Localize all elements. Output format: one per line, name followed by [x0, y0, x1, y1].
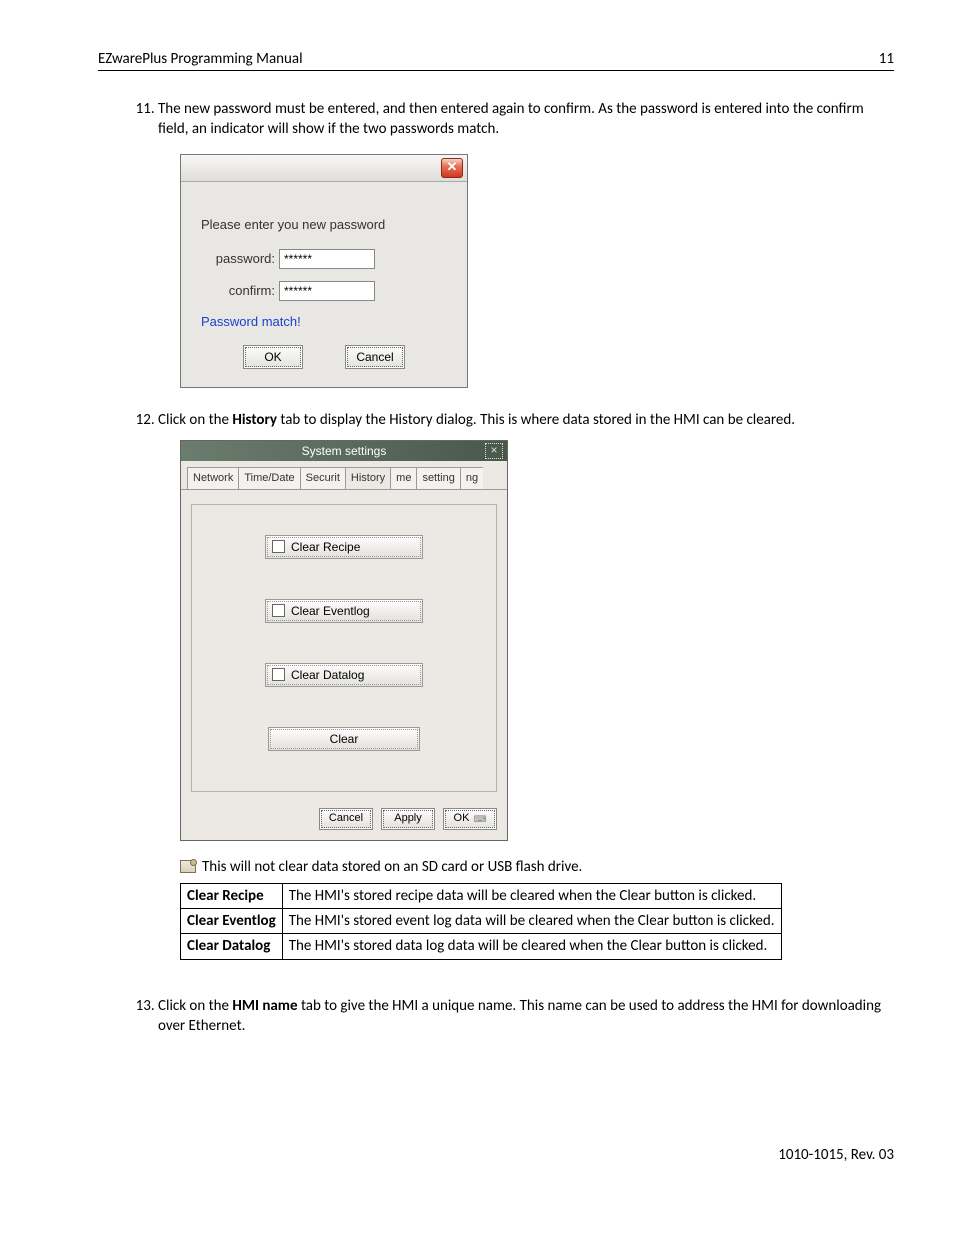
confirm-label: confirm: [201, 282, 275, 300]
ok-button[interactable]: OK⌨ [443, 808, 497, 830]
apply-button[interactable]: Apply [381, 808, 435, 830]
note-row: This will not clear data stored on an SD… [180, 857, 894, 877]
page-header: EZwarePlus Programming Manual 11 [98, 50, 894, 71]
cancel-button[interactable]: Cancel [345, 345, 405, 369]
tab-me[interactable]: me [390, 467, 417, 489]
checkbox-icon [272, 540, 285, 553]
tab-security[interactable]: Securit [300, 467, 346, 489]
checkbox-icon [272, 668, 285, 681]
tab-strip: Network Time/Date Securit History me set… [181, 461, 507, 490]
table-row: Clear Eventlog The HMI's stored event lo… [181, 909, 782, 934]
tab-network[interactable]: Network [187, 467, 239, 489]
cell-key: Clear Eventlog [181, 909, 283, 934]
close-icon[interactable]: × [485, 443, 503, 459]
item12-bold: History [232, 411, 277, 429]
password-dialog: ✕ Please enter you new password password… [180, 154, 468, 388]
cell-val: The HMI's stored event log data will be … [282, 909, 781, 934]
list-item-12: Click on the History tab to display the … [158, 410, 894, 960]
tab-ng[interactable]: ng [460, 467, 483, 489]
note-icon [180, 860, 196, 873]
list-item-13: Click on the HMI name tab to give the HM… [158, 996, 894, 1037]
password-dialog-titlebar: ✕ [181, 155, 467, 182]
system-settings-dialog: System settings × Network Time/Date Secu… [180, 440, 508, 841]
keyboard-icon: ⌨ [473, 813, 486, 825]
cell-key: Clear Datalog [181, 934, 283, 959]
table-row: Clear Datalog The HMI's stored data log … [181, 934, 782, 959]
password-match-text: Password match! [201, 313, 447, 331]
checkbox-icon [272, 604, 285, 617]
history-panel: Clear Recipe Clear Eventlog Clear Datalo… [191, 504, 497, 792]
password-prompt: Please enter you new password [201, 216, 447, 234]
tab-time-date[interactable]: Time/Date [238, 467, 300, 489]
table-row: Clear Recipe The HMI's stored recipe dat… [181, 883, 782, 908]
note-text: This will not clear data stored on an SD… [202, 857, 582, 877]
tab-history[interactable]: History [345, 467, 391, 490]
item12-post: tab to display the History dialog. This … [277, 411, 795, 429]
cell-key: Clear Recipe [181, 883, 283, 908]
clear-eventlog-checkbox[interactable]: Clear Eventlog [265, 599, 423, 623]
system-settings-titlebar: System settings × [181, 441, 507, 461]
item12-pre: Click on the [158, 411, 232, 429]
clear-datalog-checkbox[interactable]: Clear Datalog [265, 663, 423, 687]
cell-val: The HMI's stored data log data will be c… [282, 934, 781, 959]
item11-text: The new password must be entered, and th… [158, 100, 864, 138]
password-label: password: [201, 250, 275, 268]
close-icon[interactable]: ✕ [441, 158, 463, 178]
clear-recipe-checkbox[interactable]: Clear Recipe [265, 535, 423, 559]
page-footer: 1010-1015, Rev. 03 [100, 1146, 894, 1164]
cell-val: The HMI's stored recipe data will be cle… [282, 883, 781, 908]
clear-description-table: Clear Recipe The HMI's stored recipe dat… [180, 883, 782, 960]
page-number: 11 [879, 50, 894, 68]
list-item-11: The new password must be entered, and th… [158, 99, 894, 388]
confirm-input[interactable]: ****** [279, 281, 375, 301]
password-input[interactable]: ****** [279, 249, 375, 269]
system-settings-title: System settings [302, 443, 387, 459]
clear-button[interactable]: Clear [268, 727, 420, 751]
item13-bold: HMI name [232, 997, 297, 1015]
item13-pre: Click on the [158, 997, 232, 1015]
cancel-button[interactable]: Cancel [319, 808, 373, 830]
ok-button[interactable]: OK [243, 345, 303, 369]
header-title: EZwarePlus Programming Manual [98, 50, 303, 68]
tab-setting[interactable]: setting [416, 467, 460, 489]
